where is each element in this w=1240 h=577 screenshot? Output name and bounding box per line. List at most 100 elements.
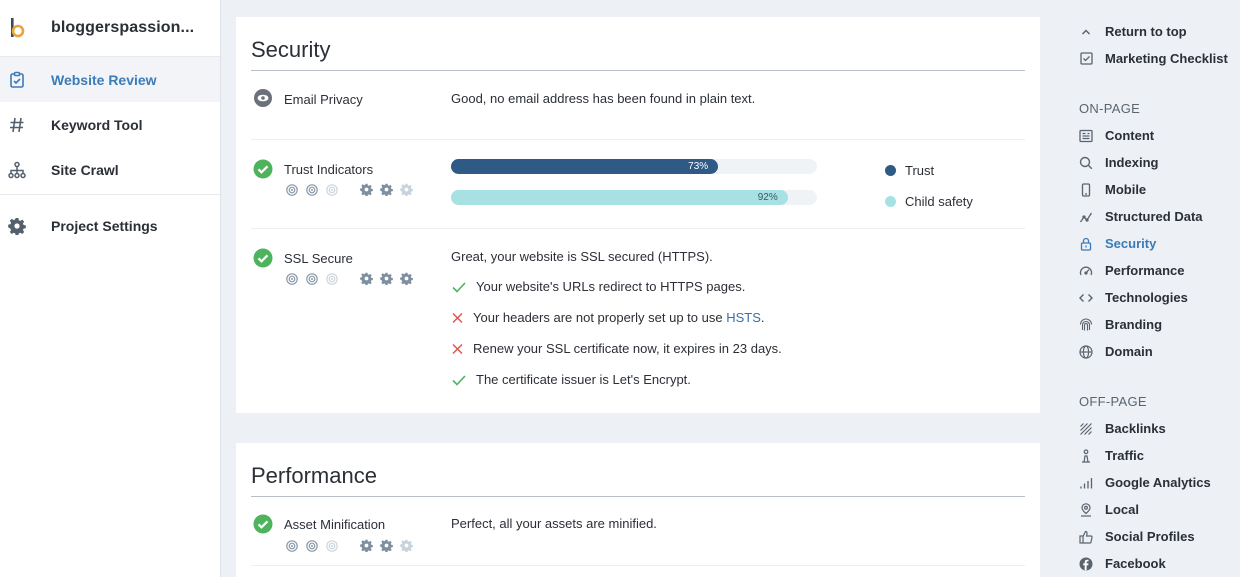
nav-label: Performance [1105,263,1185,278]
project-name: bloggerspassion... [51,19,195,36]
check-circle-icon [253,514,273,534]
sidebar-divider [0,194,220,195]
ssl-check-item: The certificate issuer is Let's Encrypt. [451,372,691,387]
performance-section: Performance Asset Minification Perfect, … [236,443,1040,577]
sidebar-item-label: Website Review [51,71,157,88]
structured-data-icon [1079,210,1093,224]
check-text: Your headers are not properly set up to … [473,310,727,325]
row-status-text: Good, no email address has been found in… [451,91,756,106]
difficulty-indicators [286,183,420,196]
globe-icon [1079,344,1093,359]
sidebar-item-site-crawl[interactable]: Site Crawl [0,147,220,192]
ssl-check-item: Your website's URLs redirect to HTTPS pa… [451,279,745,294]
nav-label: Backlinks [1105,421,1166,436]
check-icon [452,374,466,386]
nav-google-analytics[interactable]: Google Analytics [1079,475,1211,490]
nav-label: Domain [1105,344,1153,359]
backlinks-icon [1079,422,1093,436]
fingerprint-icon [1079,318,1093,332]
row-label: Email Privacy [284,92,363,107]
target-icon [286,272,298,285]
eye-icon [254,89,272,107]
nav-technologies[interactable]: Technologies [1079,290,1188,305]
nav-label: Indexing [1105,155,1159,170]
gear-icon [360,183,373,196]
security-section: Security Email Privacy Good, no email ad… [236,17,1040,413]
trust-bar-fill: 73% [451,159,719,174]
nav-security[interactable]: Security [1079,236,1156,251]
sidebar-item-label: Project Settings [51,217,158,234]
row-status-text: Perfect, all your assets are minified. [451,516,657,531]
nav-structured-data[interactable]: Structured Data [1079,209,1203,224]
hsts-link[interactable]: HSTS [726,310,761,325]
trust-indicators-row: Trust Indicators 73% 92% Trust Child saf… [251,139,1025,228]
check-circle-icon [253,248,273,268]
gear-icon [360,539,373,552]
sidebar-item-keyword-tool[interactable]: Keyword Tool [0,102,220,147]
target-icon [306,272,318,285]
check-text: Your website's URLs redirect to HTTPS pa… [476,279,746,294]
gear-icon [400,183,413,196]
nav-label: Traffic [1105,448,1145,463]
gear-icon [8,217,26,235]
speedometer-icon [1079,264,1093,278]
section-title: Performance [251,463,377,488]
sitemap-icon [8,161,26,179]
nav-performance[interactable]: Performance [1079,263,1184,278]
nav-domain[interactable]: Domain [1079,344,1153,359]
nav-label: Facebook [1105,556,1166,571]
nav-indexing[interactable]: Indexing [1079,155,1158,170]
ssl-check-item: Your headers are not properly set up to … [451,310,764,325]
off-page-heading: OFF-PAGE [1079,394,1147,409]
legend-trust: Trust [885,163,934,178]
target-icon [326,539,338,552]
row-label: SSL Secure [284,251,353,266]
gear-icon [400,539,413,552]
nav-branding[interactable]: Branding [1079,317,1162,332]
ssl-check-item: Renew your SSL certificate now, it expir… [451,341,782,356]
target-icon [326,183,338,196]
nav-label: Branding [1105,317,1163,332]
nav-mobile[interactable]: Mobile [1079,182,1146,197]
chevron-up-icon [1079,25,1093,39]
check-text: Renew your SSL certificate now, it expir… [473,341,782,356]
ssl-secure-row: SSL Secure Great, your website is SSL se… [251,228,1025,413]
row-label: Trust Indicators [284,162,374,177]
location-icon [1079,502,1093,517]
thumbs-up-icon [1079,530,1093,544]
sidebar-item-website-review[interactable]: Website Review [0,57,220,102]
content-icon [1079,129,1093,143]
nav-marketing-checklist[interactable]: Marketing Checklist [1079,51,1228,66]
check-icon [452,281,466,293]
check-text: The certificate issuer is Let's Encrypt. [476,372,691,387]
facebook-icon [1079,557,1093,571]
project-header[interactable]: bloggerspassion... [0,0,220,57]
nav-backlinks[interactable]: Backlinks [1079,421,1166,436]
child-safety-bar-track: 92% [451,190,817,205]
sidebar-item-project-settings[interactable]: Project Settings [0,203,220,248]
target-icon [286,183,298,196]
nav-social-profiles[interactable]: Social Profiles [1079,529,1195,544]
search-icon [1079,156,1093,170]
analytics-icon [1079,476,1093,490]
project-logo-icon [9,17,25,39]
clipboard-check-icon [8,71,26,89]
nav-return-to-top[interactable]: Return to top [1079,24,1187,39]
asset-minification-row: Asset Minification Perfect, all your ass… [251,497,1025,566]
nav-label: Return to top [1105,24,1187,39]
nav-traffic[interactable]: Traffic [1079,448,1144,463]
child-safety-bar-value: 92% [757,192,778,203]
nav-local[interactable]: Local [1079,502,1139,517]
nav-facebook[interactable]: Facebook [1079,556,1166,571]
legend-child-safety: Child safety [885,194,973,209]
section-title: Security [251,37,331,62]
gear-icon [380,539,393,552]
nav-content[interactable]: Content [1079,128,1154,143]
target-icon [306,539,318,552]
gear-icon [360,272,373,285]
check-text-suffix: . [760,310,765,325]
sidebar-item-label: Keyword Tool [51,116,143,133]
legend-label: Trust [905,163,935,178]
gear-icon [400,272,413,285]
nav-label: Marketing Checklist [1105,51,1228,66]
